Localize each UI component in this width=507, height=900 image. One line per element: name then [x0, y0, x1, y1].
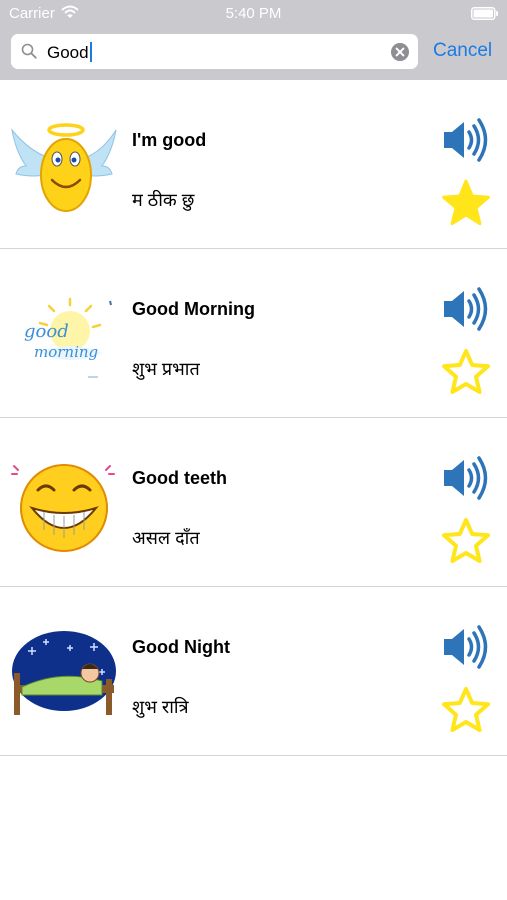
good-morning-logo-line2: morning [34, 343, 98, 361]
text-caret [89, 42, 92, 62]
star-filled-icon[interactable] [441, 179, 491, 227]
list-item[interactable]: Good teeth असल दाँत [0, 418, 507, 587]
speaker-icon[interactable] [442, 118, 490, 162]
star-outline-icon[interactable] [441, 517, 491, 565]
nepali-translation: असल दाँत [132, 528, 200, 548]
english-phrase: I'm good [132, 130, 207, 150]
search-query: Good [47, 43, 89, 62]
top-bar: Carrier 5:40 PM Good Cancel [0, 0, 507, 80]
grinning-smiley-image [11, 464, 115, 552]
star-outline-icon[interactable] [441, 686, 491, 734]
nepali-translation: शुभ प्रभात [132, 359, 200, 379]
nepali-translation: शुभ रात्रि [132, 697, 189, 717]
search-bar[interactable]: Good [11, 34, 418, 69]
nepali-translation: म ठीक छु [132, 190, 195, 210]
speaker-icon[interactable] [442, 456, 490, 500]
speaker-icon[interactable] [442, 287, 490, 331]
good-morning-logo-line1: good [24, 321, 69, 342]
cancel-button[interactable]: Cancel [433, 40, 492, 62]
star-outline-icon[interactable] [441, 348, 491, 396]
list-item[interactable]: good morning Good Morning शुभ प्रभात [0, 249, 507, 418]
list-item[interactable]: I'm good म ठीक छु [0, 80, 507, 249]
status-time: 5:40 PM [225, 5, 282, 22]
battery-icon [471, 7, 498, 20]
status-bar: Carrier 5:40 PM [0, 0, 507, 28]
angel-smiley-image [11, 123, 117, 212]
speaker-icon[interactable] [442, 625, 490, 669]
clear-icon[interactable] [391, 43, 409, 61]
english-phrase: Good teeth [132, 468, 227, 488]
search-input[interactable]: Good [47, 42, 92, 63]
good-morning-image: good morning [24, 297, 112, 378]
english-phrase: Good Night [132, 637, 230, 657]
list-item[interactable]: Good Night शुभ रात्रि [0, 587, 507, 756]
sleeping-child-image [12, 631, 116, 715]
english-phrase: Good Morning [132, 299, 255, 319]
search-icon [21, 43, 37, 59]
